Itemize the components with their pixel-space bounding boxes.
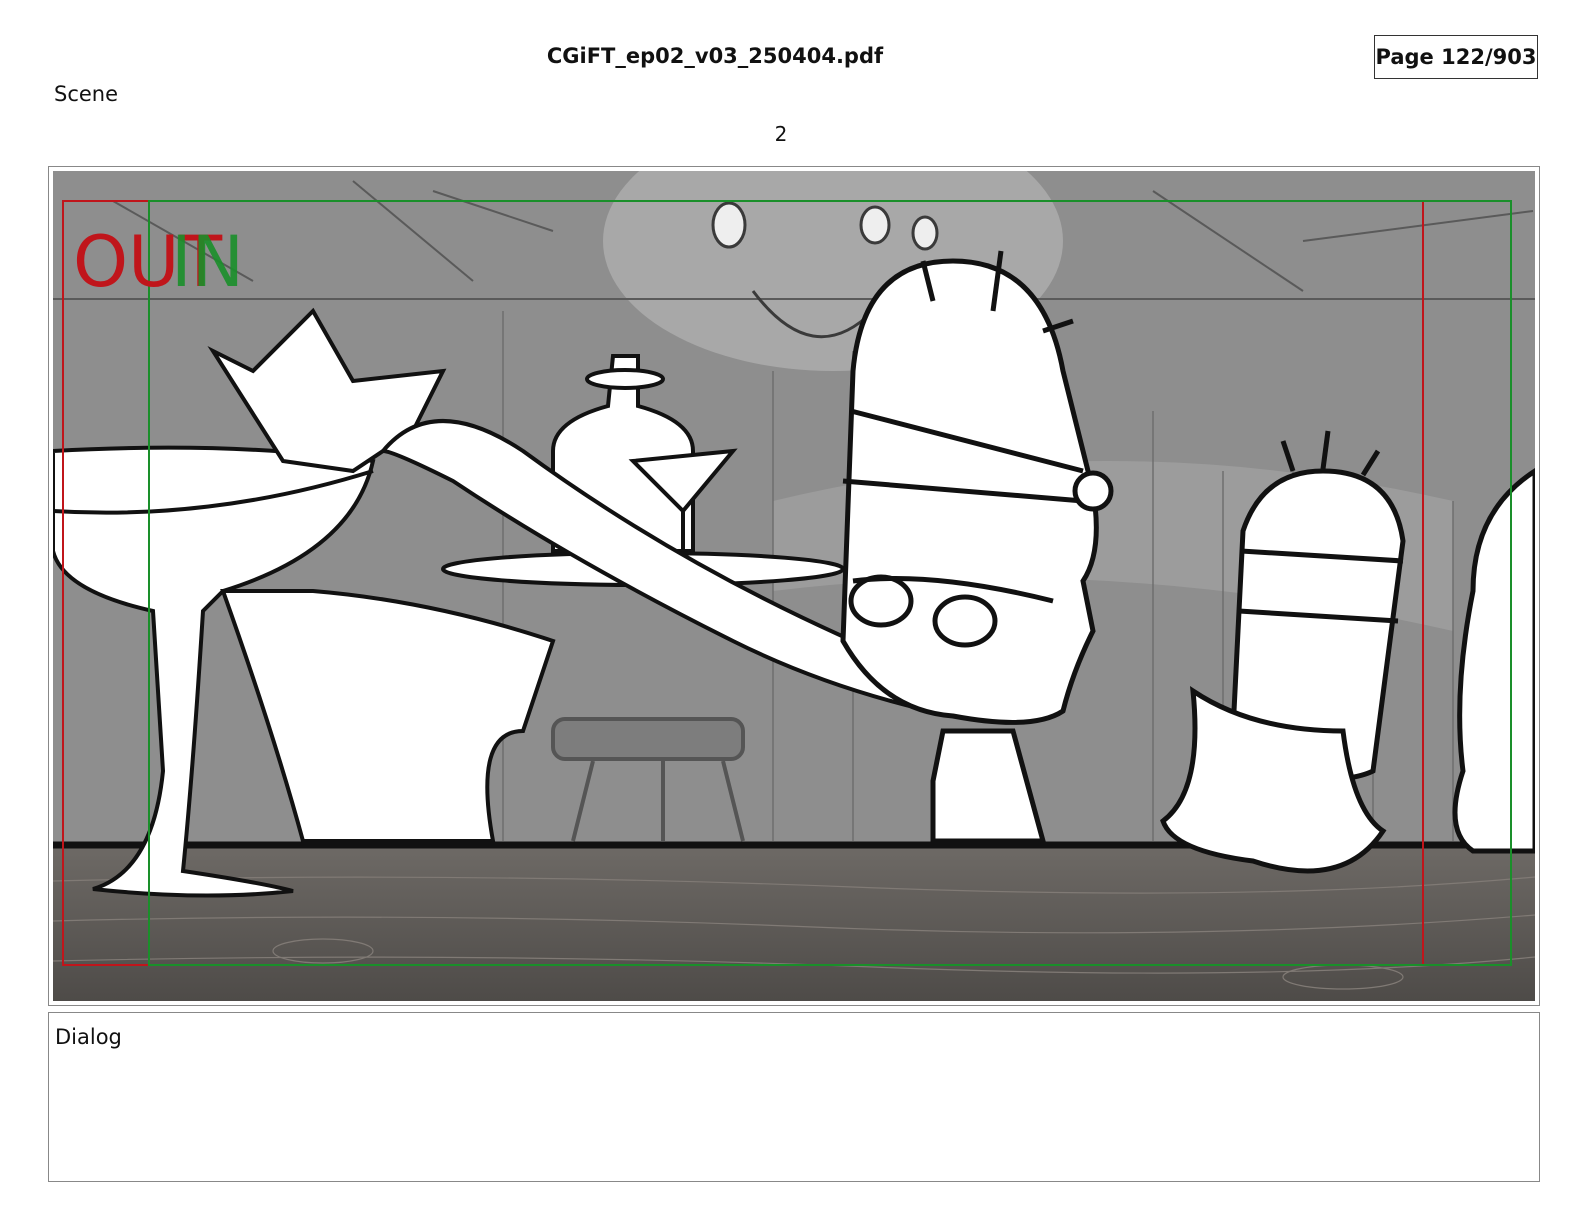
in-marker: IN: [171, 221, 244, 303]
scene-number: 2: [774, 122, 788, 146]
document-title: CGiFT_ep02_v03_250404.pdf: [546, 44, 884, 68]
page-indicator: Page 122/903: [1374, 35, 1538, 79]
scene-label: Scene: [54, 82, 119, 106]
panel-artwork: OUT IN: [53, 171, 1535, 1001]
storyboard-panel: OUT IN: [48, 166, 1540, 1006]
dialog-label: Dialog: [55, 1025, 122, 1049]
dialog-box: Dialog: [48, 1012, 1540, 1182]
